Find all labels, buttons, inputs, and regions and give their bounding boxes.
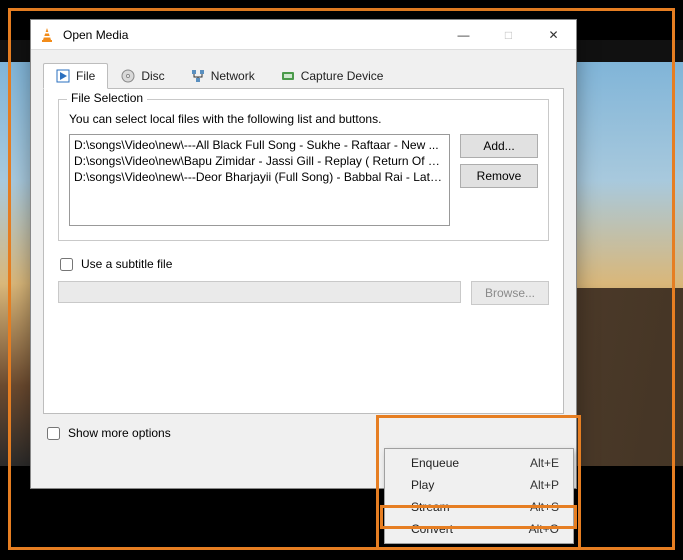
dialog-body: File Disc Network Capture Device File Se…	[31, 50, 576, 420]
open-media-dialog: Open Media — □ ✕ File Disc Network Captu…	[30, 19, 577, 489]
play-dropdown-menu: Enqueue Alt+E Play Alt+P Stream Alt+S Co…	[384, 448, 574, 544]
menu-item-enqueue[interactable]: Enqueue Alt+E	[385, 452, 573, 474]
tab-network-label: Network	[211, 69, 255, 83]
titlebar: Open Media — □ ✕	[31, 20, 576, 50]
tab-capture-label: Capture Device	[301, 69, 384, 83]
add-button[interactable]: Add...	[460, 134, 538, 158]
file-selection-label: File Selection	[67, 91, 147, 105]
menu-item-shortcut: Alt+S	[530, 500, 559, 514]
network-icon	[191, 69, 205, 83]
menu-item-stream[interactable]: Stream Alt+S	[385, 496, 573, 518]
menu-item-label: Enqueue	[411, 456, 530, 470]
menu-item-shortcut: Alt+E	[530, 456, 559, 470]
menu-item-convert[interactable]: Convert Alt+O	[385, 518, 573, 540]
file-buttons: Add... Remove	[460, 134, 538, 226]
tab-disc[interactable]: Disc	[108, 63, 177, 89]
tab-disc-label: Disc	[141, 69, 164, 83]
use-subtitle-label: Use a subtitle file	[81, 257, 172, 271]
subtitle-path-input	[58, 281, 461, 303]
menu-item-label: Stream	[411, 500, 530, 514]
disc-icon	[121, 69, 135, 83]
tab-panel-file: File Selection You can select local file…	[43, 89, 564, 414]
menu-item-play[interactable]: Play Alt+P	[385, 474, 573, 496]
menu-item-label: Convert	[411, 522, 529, 536]
file-list[interactable]: D:\songs\Video\new\---All Black Full Son…	[69, 134, 450, 226]
list-item[interactable]: D:\songs\Video\new\---Deor Bharjayii (Fu…	[74, 169, 445, 185]
window-title: Open Media	[63, 28, 441, 42]
maximize-button[interactable]: □	[486, 20, 531, 49]
source-tabs: File Disc Network Capture Device	[43, 62, 564, 89]
show-more-label: Show more options	[68, 426, 171, 440]
browse-subtitle-button: Browse...	[471, 281, 549, 305]
minimize-button[interactable]: —	[441, 20, 486, 49]
file-icon	[56, 69, 70, 83]
list-item[interactable]: D:\songs\Video\new\Bapu Zimidar - Jassi …	[74, 153, 445, 169]
capture-icon	[281, 69, 295, 83]
show-more-row: Show more options	[31, 420, 576, 450]
list-item[interactable]: D:\songs\Video\new\---All Black Full Son…	[74, 137, 445, 153]
file-selection-group: File Selection You can select local file…	[58, 99, 549, 241]
tab-network[interactable]: Network	[178, 63, 268, 89]
vlc-icon	[39, 27, 55, 43]
subtitle-row: Use a subtitle file	[58, 253, 549, 273]
close-button[interactable]: ✕	[531, 20, 576, 49]
remove-button[interactable]: Remove	[460, 164, 538, 188]
use-subtitle-checkbox[interactable]	[60, 258, 73, 271]
file-selection-hint: You can select local files with the foll…	[69, 112, 538, 126]
tab-file-label: File	[76, 69, 95, 83]
menu-item-label: Play	[411, 478, 530, 492]
menu-item-shortcut: Alt+P	[530, 478, 559, 492]
show-more-checkbox[interactable]	[47, 427, 60, 440]
tab-file[interactable]: File	[43, 63, 108, 89]
menu-item-shortcut: Alt+O	[529, 522, 559, 536]
tab-capture[interactable]: Capture Device	[268, 63, 397, 89]
